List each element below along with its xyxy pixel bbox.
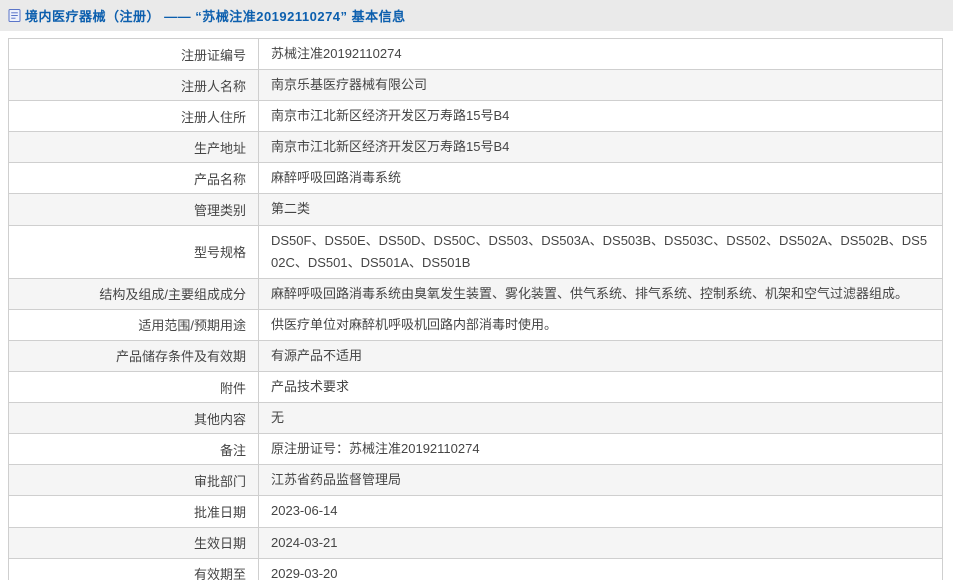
row-label: 注册人住所 bbox=[9, 101, 259, 132]
table-row: 管理类别 第二类 bbox=[9, 194, 943, 225]
row-label: 产品名称 bbox=[9, 163, 259, 194]
info-table-body: 注册证编号 苏械注准20192110274 注册人名称 南京乐基医疗器械有限公司… bbox=[9, 39, 943, 580]
row-label-text: 附件 bbox=[220, 381, 246, 396]
table-row: 附件 产品技术要求 bbox=[9, 372, 943, 403]
table-row: 其他内容 无 bbox=[9, 403, 943, 434]
table-row: 生产地址 南京市江北新区经济开发区万寿路15号B4 bbox=[9, 132, 943, 163]
row-label: 生产地址 bbox=[9, 132, 259, 163]
row-value: 麻醉呼吸回路消毒系统由臭氧发生装置、雾化装置、供气系统、排气系统、控制系统、机架… bbox=[259, 278, 943, 309]
row-value: 南京乐基医疗器械有限公司 bbox=[259, 70, 943, 101]
row-label-text: 产品储存条件及有效期 bbox=[116, 349, 246, 364]
row-label-text: 注册人住所 bbox=[181, 110, 246, 125]
row-value: 2024-03-21 bbox=[259, 527, 943, 558]
row-label-text: 注册人名称 bbox=[181, 79, 246, 94]
row-value: 苏械注准20192110274 bbox=[259, 39, 943, 70]
table-row: 审批部门 江苏省药品监督管理局 bbox=[9, 465, 943, 496]
page-header: 境内医疗器械（注册） —— “苏械注准20192110274” 基本信息 bbox=[0, 0, 953, 31]
row-label-text: 注册证编号 bbox=[181, 48, 246, 63]
page-title: 境内医疗器械（注册） —— “苏械注准20192110274” 基本信息 bbox=[25, 6, 406, 25]
table-row: 注册人名称 南京乐基医疗器械有限公司 bbox=[9, 70, 943, 101]
row-value: 2029-03-20 bbox=[259, 558, 943, 580]
row-label-text: 有效期至 bbox=[194, 567, 246, 580]
row-value: 产品技术要求 bbox=[259, 372, 943, 403]
row-label: 产品储存条件及有效期 bbox=[9, 340, 259, 371]
row-label: 批准日期 bbox=[9, 496, 259, 527]
row-label-text: 批准日期 bbox=[194, 505, 246, 520]
row-label-text: 备注 bbox=[220, 443, 246, 458]
row-value: DS50F、DS50E、DS50D、DS50C、DS503、DS503A、DS5… bbox=[259, 225, 943, 278]
row-value: 第二类 bbox=[259, 194, 943, 225]
table-row: 备注 原注册证号：苏械注准20192110274 bbox=[9, 434, 943, 465]
registration-info-table: 注册证编号 苏械注准20192110274 注册人名称 南京乐基医疗器械有限公司… bbox=[8, 38, 943, 580]
table-row: 产品储存条件及有效期 有源产品不适用 bbox=[9, 340, 943, 371]
row-label: 型号规格 bbox=[9, 225, 259, 278]
row-label: 其他内容 bbox=[9, 403, 259, 434]
row-label-text: 适用范围/预期用途 bbox=[138, 318, 246, 333]
row-label-text: 其他内容 bbox=[194, 412, 246, 427]
table-row: 型号规格 DS50F、DS50E、DS50D、DS50C、DS503、DS503… bbox=[9, 225, 943, 278]
row-label: 注册证编号 bbox=[9, 39, 259, 70]
row-label: 结构及组成/主要组成成分 bbox=[9, 278, 259, 309]
row-label-text: 审批部门 bbox=[194, 474, 246, 489]
row-value: 江苏省药品监督管理局 bbox=[259, 465, 943, 496]
row-label-text: 产品名称 bbox=[194, 172, 246, 187]
document-icon bbox=[8, 8, 21, 23]
row-value: 无 bbox=[259, 403, 943, 434]
row-label: 附件 bbox=[9, 372, 259, 403]
row-value: 原注册证号：苏械注准20192110274 bbox=[259, 434, 943, 465]
row-label: 适用范围/预期用途 bbox=[9, 309, 259, 340]
table-row: 注册证编号 苏械注准20192110274 bbox=[9, 39, 943, 70]
row-value: 有源产品不适用 bbox=[259, 340, 943, 371]
row-label: 注册人名称 bbox=[9, 70, 259, 101]
row-label: 审批部门 bbox=[9, 465, 259, 496]
table-row: 适用范围/预期用途 供医疗单位对麻醉机呼吸机回路内部消毒时使用。 bbox=[9, 309, 943, 340]
row-value: 2023-06-14 bbox=[259, 496, 943, 527]
row-value: 南京市江北新区经济开发区万寿路15号B4 bbox=[259, 101, 943, 132]
row-value: 供医疗单位对麻醉机呼吸机回路内部消毒时使用。 bbox=[259, 309, 943, 340]
row-label-text: 生效日期 bbox=[194, 536, 246, 551]
row-value: 麻醉呼吸回路消毒系统 bbox=[259, 163, 943, 194]
row-label: 备注 bbox=[9, 434, 259, 465]
row-label-text: 型号规格 bbox=[194, 245, 246, 260]
row-label: 管理类别 bbox=[9, 194, 259, 225]
table-row: 产品名称 麻醉呼吸回路消毒系统 bbox=[9, 163, 943, 194]
table-row: 有效期至 2029-03-20 bbox=[9, 558, 943, 580]
table-row: 注册人住所 南京市江北新区经济开发区万寿路15号B4 bbox=[9, 101, 943, 132]
row-label-text: 生产地址 bbox=[194, 141, 246, 156]
row-label: 生效日期 bbox=[9, 527, 259, 558]
row-label-text: 结构及组成/主要组成成分 bbox=[99, 287, 246, 302]
table-row: 批准日期 2023-06-14 bbox=[9, 496, 943, 527]
table-row: 生效日期 2024-03-21 bbox=[9, 527, 943, 558]
table-row: 结构及组成/主要组成成分 麻醉呼吸回路消毒系统由臭氧发生装置、雾化装置、供气系统… bbox=[9, 278, 943, 309]
row-label-text: 管理类别 bbox=[194, 203, 246, 218]
row-value: 南京市江北新区经济开发区万寿路15号B4 bbox=[259, 132, 943, 163]
row-label: 有效期至 bbox=[9, 558, 259, 580]
